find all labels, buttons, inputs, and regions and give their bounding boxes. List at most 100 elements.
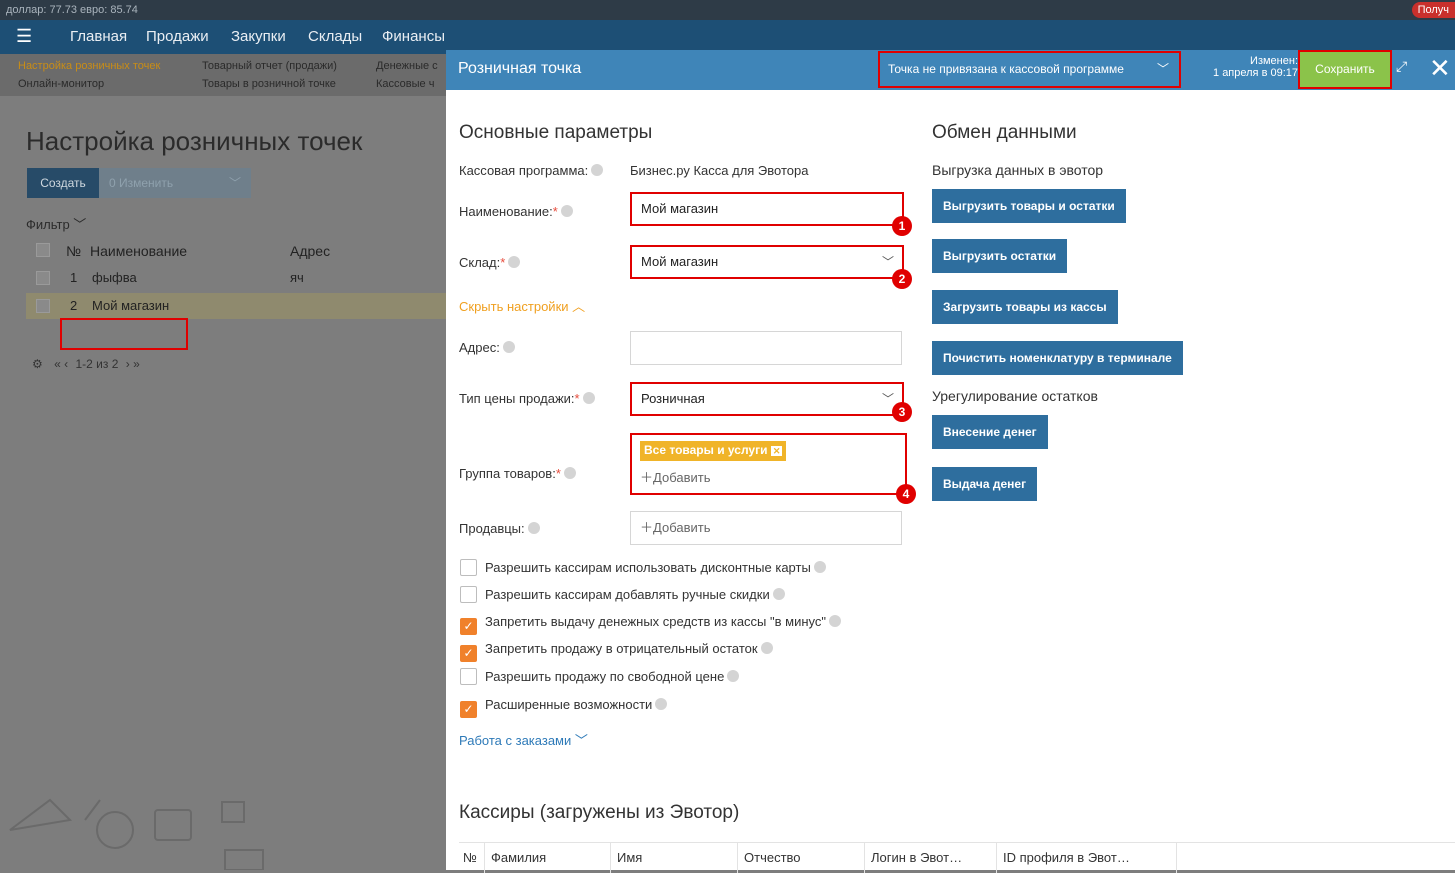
checkbox-checked[interactable]: ✓ bbox=[460, 645, 477, 662]
receive-badge[interactable]: Получ bbox=[1411, 2, 1455, 18]
import-goods-button[interactable]: Загрузить товары из кассы bbox=[932, 290, 1118, 324]
help-icon[interactable] bbox=[508, 256, 521, 268]
expand-icon[interactable]: ⤢ bbox=[1396, 58, 1418, 80]
filter-toggle[interactable]: Фильтр ﹀ bbox=[26, 214, 86, 233]
help-icon[interactable] bbox=[813, 561, 826, 573]
gear-icon[interactable]: ⚙ bbox=[32, 357, 43, 371]
name-label: Наименование:* bbox=[459, 204, 573, 219]
checkbox-manual-discounts[interactable]: Разрешить кассирам добавлять ручные скид… bbox=[460, 586, 785, 606]
sellers-field[interactable]: ＋Добавить bbox=[630, 511, 902, 545]
nav-home[interactable]: Главная bbox=[70, 28, 127, 45]
orders-link[interactable]: Работа с заказами ﹀ bbox=[459, 730, 588, 749]
help-icon[interactable] bbox=[502, 341, 515, 353]
row-checkbox[interactable] bbox=[36, 299, 50, 313]
goods-group-field[interactable]: Все товары и услуги ✕ ＋Добавить bbox=[630, 433, 907, 495]
cashiers-header: Кассиры (загружены из Эвотор) bbox=[459, 802, 740, 823]
chevron-down-icon: ﹀ bbox=[881, 255, 894, 269]
bg-page-title: Настройка розничных точек bbox=[26, 126, 363, 156]
help-icon[interactable] bbox=[527, 522, 540, 534]
checkbox-no-negative-stock[interactable]: ✓ Запретить продажу в отрицательный остат… bbox=[460, 640, 773, 662]
checkbox[interactable] bbox=[460, 559, 477, 576]
main-navbar: ☰ Главная Продажи Закупки Склады Финансы bbox=[0, 20, 1455, 54]
highlight-row-marker bbox=[60, 318, 188, 350]
sellers-label: Продавцы: bbox=[459, 521, 540, 536]
warehouse-select[interactable]: Мой магазин ﹀ bbox=[630, 245, 904, 279]
checkbox-no-negative-cash[interactable]: ✓ Запретить выдачу денежных средств из ка… bbox=[460, 613, 841, 635]
table-row[interactable]: 1 фыфва яч bbox=[26, 265, 456, 291]
nav-finance[interactable]: Финансы bbox=[382, 28, 445, 45]
export-label: Выгрузка данных в эвотор bbox=[932, 162, 1104, 178]
checkbox[interactable] bbox=[460, 586, 477, 603]
col-evotor-profile-id: ID профиля в Эвот… bbox=[997, 843, 1177, 873]
marker-2: 2 bbox=[892, 269, 912, 289]
col-evotor-login: Логин в Эвот… bbox=[865, 843, 997, 873]
pager-first-icon[interactable]: « bbox=[54, 357, 61, 371]
deposit-money-button[interactable]: Внесение денег bbox=[932, 415, 1048, 449]
sub-navigation: Настройка розничных точек Товарный отчет… bbox=[0, 54, 460, 96]
help-icon[interactable] bbox=[727, 670, 740, 682]
add-goods-group-button[interactable]: ＋Добавить bbox=[640, 467, 897, 486]
help-icon[interactable] bbox=[582, 392, 595, 404]
help-icon[interactable] bbox=[760, 642, 773, 654]
help-icon[interactable] bbox=[560, 205, 573, 217]
name-input[interactable]: Мой магазин bbox=[630, 192, 904, 226]
select-all-checkbox[interactable] bbox=[36, 243, 50, 257]
subnav-goods-report[interactable]: Товарный отчет (продажи) bbox=[202, 60, 337, 72]
kassa-program-label: Кассовая программа: bbox=[459, 163, 604, 178]
help-icon[interactable] bbox=[591, 164, 604, 176]
warehouse-value: Мой магазин bbox=[641, 254, 719, 269]
save-button[interactable]: Сохранить bbox=[1298, 50, 1392, 89]
goods-group-label: Группа товаров:* bbox=[459, 466, 576, 481]
modal-header: Розничная точка Точка не привязана к кас… bbox=[446, 50, 1455, 90]
hamburger-menu-icon[interactable]: ☰ bbox=[16, 26, 32, 47]
remove-tag-icon[interactable]: ✕ bbox=[770, 446, 783, 456]
kassa-binding-select[interactable]: Точка не привязана к кассовой программе … bbox=[878, 51, 1181, 88]
nav-sales[interactable]: Продажи bbox=[146, 28, 209, 45]
hide-settings-link[interactable]: Скрыть настройки ︿ bbox=[459, 296, 585, 315]
row-checkbox[interactable] bbox=[36, 271, 50, 285]
retail-point-modal: Розничная точка Точка не привязана к кас… bbox=[446, 50, 1455, 873]
nav-warehouses[interactable]: Склады bbox=[308, 28, 362, 45]
price-type-select[interactable]: Розничная ﹀ bbox=[630, 382, 904, 416]
row-name: Мой магазин bbox=[92, 298, 170, 313]
checkbox-checked[interactable]: ✓ bbox=[460, 618, 477, 635]
col-first-name: Имя bbox=[611, 843, 738, 873]
decorative-illustration bbox=[9, 798, 264, 870]
checkbox[interactable] bbox=[460, 668, 477, 685]
checkbox-free-price[interactable]: Разрешить продажу по свободной цене bbox=[460, 668, 740, 688]
modal-title: Розничная точка bbox=[458, 60, 582, 77]
subnav-online-monitor[interactable]: Онлайн-монитор bbox=[18, 78, 104, 90]
checkbox-discount-cards[interactable]: Разрешить кассирам использовать дисконтн… bbox=[460, 559, 826, 579]
edit-dropdown[interactable]: 0 Изменить ﹀ bbox=[99, 168, 251, 198]
help-icon[interactable] bbox=[772, 588, 785, 600]
subnav-goods-in-retail[interactable]: Товары в розничной точке bbox=[202, 78, 336, 90]
checkbox-checked[interactable]: ✓ bbox=[460, 701, 477, 718]
address-input[interactable] bbox=[630, 331, 902, 365]
pager: ⚙ « ‹ 1-2 из 2 › » bbox=[32, 357, 140, 371]
clean-nomenclature-button[interactable]: Почистить номенклатуру в терминале bbox=[932, 341, 1183, 375]
nav-purchases[interactable]: Закупки bbox=[231, 28, 286, 45]
table-row[interactable]: 2 Мой магазин bbox=[26, 293, 456, 319]
close-icon[interactable]: ✕ bbox=[1429, 54, 1453, 84]
pager-last-icon[interactable]: » bbox=[133, 357, 140, 371]
col-address: Адрес bbox=[290, 243, 331, 259]
export-goods-stock-button[interactable]: Выгрузить товары и остатки bbox=[932, 189, 1126, 223]
pager-prev-icon[interactable]: ‹ bbox=[64, 357, 68, 371]
kassa-binding-label: Точка не привязана к кассовой программе bbox=[888, 62, 1124, 76]
edit-label: 0 Изменить bbox=[109, 176, 174, 190]
subnav-retail-points[interactable]: Настройка розничных точек bbox=[18, 60, 160, 72]
plus-icon: ＋ bbox=[640, 470, 654, 485]
pager-next-icon[interactable]: › bbox=[126, 357, 130, 371]
checkbox-advanced[interactable]: ✓ Расширенные возможности bbox=[460, 696, 668, 718]
add-seller-button[interactable]: ＋Добавить bbox=[640, 520, 710, 535]
row-address: яч bbox=[290, 270, 304, 285]
export-stock-button[interactable]: Выгрузить остатки bbox=[932, 239, 1068, 273]
help-icon[interactable] bbox=[563, 467, 576, 479]
create-button[interactable]: Создать bbox=[27, 168, 99, 198]
currency-bar: доллар: 77.73 евро: 85.74 Получ bbox=[0, 0, 1455, 20]
withdraw-money-button[interactable]: Выдача денег bbox=[932, 467, 1038, 501]
help-icon[interactable] bbox=[828, 615, 841, 627]
subnav-money[interactable]: Денежные с bbox=[376, 60, 438, 72]
subnav-cash-checks[interactable]: Кассовые ч bbox=[376, 78, 434, 90]
help-icon[interactable] bbox=[655, 698, 668, 710]
